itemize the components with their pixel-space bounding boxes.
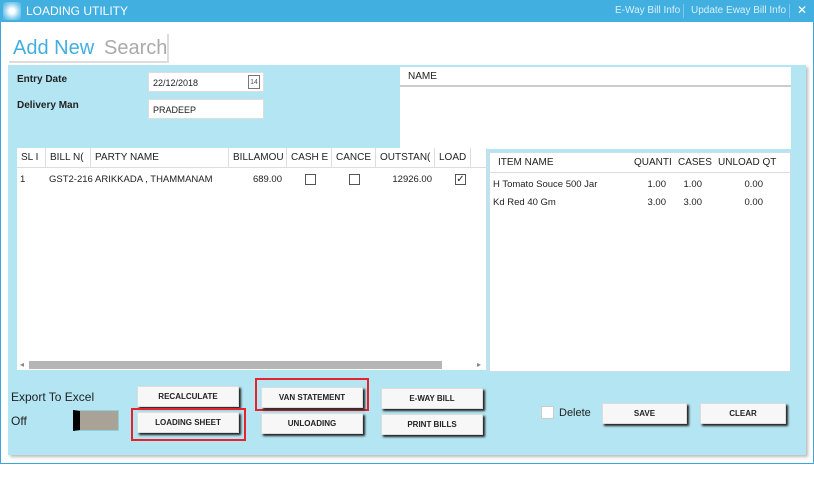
- table-row[interactable]: H Tomato Souce 500 Jar 1.00 1.00 0.00: [490, 175, 790, 195]
- app-logo-icon: [3, 2, 21, 20]
- scroll-right-icon[interactable]: ▸: [477, 360, 481, 369]
- cell-sl: 1: [20, 174, 26, 185]
- divider: [683, 4, 684, 18]
- col-party-name[interactable]: PARTY NAME: [91, 148, 229, 168]
- col-cash[interactable]: CASH E: [287, 148, 332, 168]
- update-eway-bill-info-link[interactable]: Update Eway Bill Info: [691, 5, 786, 16]
- tab-add-new[interactable]: Add New: [13, 37, 94, 60]
- close-button[interactable]: ✕: [797, 3, 807, 17]
- tab-search[interactable]: Search: [104, 37, 167, 60]
- col-quantity[interactable]: QUANTI: [630, 153, 674, 173]
- delivery-man-label: Delivery Man: [17, 100, 79, 111]
- calendar-icon[interactable]: 14: [248, 75, 260, 89]
- col-bill-no[interactable]: BILL N(: [46, 148, 91, 168]
- items-grid[interactable]: ITEM NAME QUANTI CASES UNLOAD QT H Tomat…: [489, 152, 791, 372]
- bills-header: SL I BILL N( PARTY NAME BILLAMOU CASH E …: [17, 148, 487, 168]
- col-outstanding[interactable]: OUTSTAN(: [376, 148, 435, 168]
- cell-unload: 0.00: [744, 179, 764, 190]
- export-toggle[interactable]: [73, 410, 119, 431]
- cell-amount: 689.00: [252, 174, 282, 185]
- cell-bill-no: GST2-216: [49, 174, 93, 185]
- tab-strip: Add New Search: [9, 34, 169, 63]
- delivery-man-field[interactable]: PRADEEP: [148, 99, 264, 119]
- col-sl[interactable]: SL I: [17, 148, 46, 168]
- van-statement-button[interactable]: VAN STATEMENT: [261, 387, 363, 408]
- col-item-name[interactable]: ITEM NAME: [494, 153, 629, 173]
- cell-qty: 1.00: [647, 179, 667, 190]
- col-load[interactable]: LOAD: [435, 148, 471, 168]
- delete-checkbox[interactable]: [541, 406, 554, 419]
- name-list[interactable]: NAME: [400, 67, 791, 149]
- delete-label: Delete: [559, 407, 591, 419]
- cell-outstanding: 12926.00: [392, 174, 432, 185]
- cell-party: ARIKKADA , THAMMANAM: [95, 174, 213, 185]
- col-cases[interactable]: CASES: [674, 153, 714, 173]
- print-bills-button[interactable]: PRINT BILLS: [381, 414, 483, 435]
- export-state-label: Off: [11, 414, 27, 428]
- cash-checkbox[interactable]: [305, 174, 316, 185]
- col-unload-qty[interactable]: UNLOAD QT: [714, 153, 784, 173]
- title-bar: LOADING UTILITY E-Way Bill Info Update E…: [0, 0, 814, 22]
- col-bill-amount[interactable]: BILLAMOU: [229, 148, 287, 168]
- col-cancel[interactable]: CANCE: [332, 148, 376, 168]
- load-checkbox[interactable]: ✓: [455, 174, 466, 185]
- save-button[interactable]: SAVE: [602, 403, 687, 424]
- entry-date-label: Entry Date: [17, 74, 68, 85]
- recalculate-button[interactable]: RECALCULATE: [137, 386, 239, 407]
- table-row[interactable]: 1 GST2-216 ARIKKADA , THAMMANAM 689.00 1…: [17, 170, 477, 188]
- divider: [789, 4, 790, 18]
- entry-date-field[interactable]: 22/12/2018 14: [148, 72, 264, 92]
- unloading-button[interactable]: UNLOADING: [261, 413, 363, 434]
- delivery-man-value: PRADEEP: [153, 105, 197, 115]
- cell-item-name: Kd Red 40 Gm: [493, 197, 556, 208]
- export-excel-label: Export To Excel: [11, 390, 95, 404]
- cell-cases: 3.00: [683, 197, 703, 208]
- cell-unload: 0.00: [744, 197, 764, 208]
- window-title: LOADING UTILITY: [26, 4, 129, 18]
- name-column-header[interactable]: NAME: [400, 67, 791, 87]
- entry-date-value: 22/12/2018: [153, 78, 199, 88]
- horizontal-scrollbar[interactable]: ◂ ▸: [19, 360, 485, 370]
- eway-bill-button[interactable]: E-WAY BILL: [381, 388, 483, 409]
- cell-cases: 1.00: [683, 179, 703, 190]
- bills-grid[interactable]: SL I BILL N( PARTY NAME BILLAMOU CASH E …: [17, 148, 487, 370]
- cell-item-name: H Tomato Souce 500 Jar: [493, 179, 598, 190]
- scroll-left-icon[interactable]: ◂: [20, 360, 24, 369]
- loading-sheet-button[interactable]: LOADING SHEET: [137, 412, 239, 433]
- clear-button[interactable]: CLEAR: [700, 403, 786, 424]
- items-header: ITEM NAME QUANTI CASES UNLOAD QT: [490, 153, 790, 173]
- scrollbar-thumb[interactable]: [29, 361, 442, 369]
- table-row[interactable]: Kd Red 40 Gm 3.00 3.00 0.00: [490, 195, 790, 215]
- eway-bill-info-link[interactable]: E-Way Bill Info: [615, 5, 680, 16]
- cell-qty: 3.00: [647, 197, 667, 208]
- cancel-checkbox[interactable]: [349, 174, 360, 185]
